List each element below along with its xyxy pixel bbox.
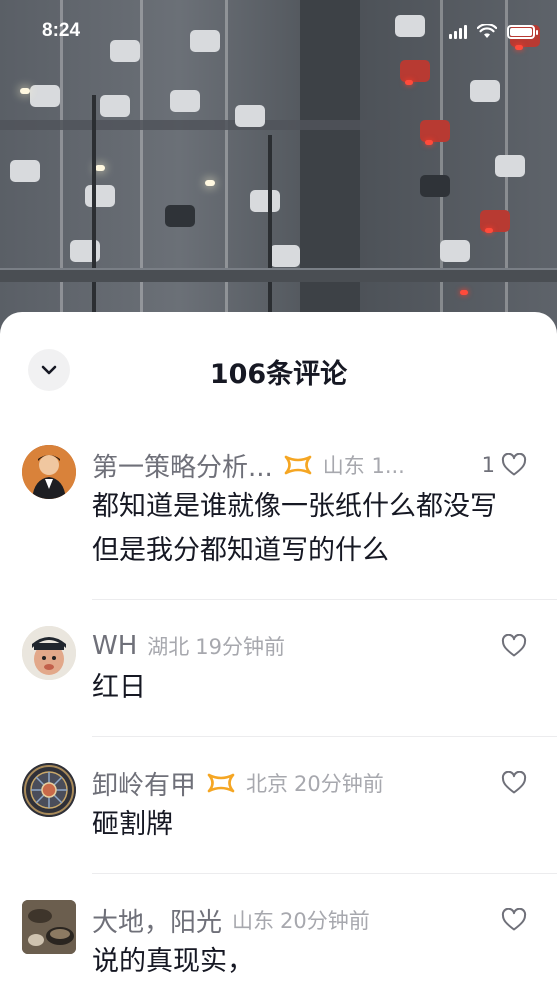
avatar[interactable] <box>22 445 76 499</box>
heart-outline-icon <box>501 771 527 794</box>
status-time: 8:24 <box>42 20 81 41</box>
avatar[interactable] <box>22 900 76 954</box>
taillight <box>405 80 413 85</box>
car <box>420 120 450 142</box>
car <box>100 95 130 117</box>
comment-item: 第一策略分析... 山东 1... 1 都知道是谁就像一张纸什么都没写但是我分都… <box>0 424 557 599</box>
status-bar: 8:24 <box>0 0 557 62</box>
car <box>470 80 500 102</box>
comment-location: 山东 1... <box>322 454 405 478</box>
car <box>420 175 450 197</box>
comment-text: 红日 <box>92 672 146 703</box>
headlight <box>205 180 215 186</box>
car <box>250 190 280 212</box>
comment-username[interactable]: WH <box>92 631 137 661</box>
heart-outline-icon <box>501 908 527 931</box>
car <box>165 205 195 227</box>
car <box>170 90 200 112</box>
comment-meta: 第一策略分析... 山东 1... <box>92 445 533 485</box>
status-icons <box>449 24 538 39</box>
like-count: 1 <box>481 453 495 477</box>
heart-outline-icon <box>501 453 527 476</box>
comment-item: 大地，阳光 山东 20分钟前 说的真现实， <box>0 874 557 984</box>
car <box>10 160 40 182</box>
car <box>400 60 430 82</box>
comment-time: 19分钟前 <box>195 635 285 659</box>
car <box>440 240 470 262</box>
comment-sheet: 106条评论 第一策略分析... 山东 1... 1 都知道是谁就像一张纸什么都… <box>0 312 557 1000</box>
comment-item: WH 湖北 19分钟前 红日 <box>0 600 557 736</box>
comment-location: 北京 <box>246 772 289 796</box>
comment-count-title: 106条评论 <box>209 359 348 390</box>
headlight <box>95 165 105 171</box>
comment-meta: 卸岭有甲 北京 20分钟前 <box>92 763 533 803</box>
car <box>85 185 115 207</box>
comment-username[interactable]: 大地，阳光 <box>92 902 222 939</box>
like-button[interactable]: 1 <box>482 445 527 485</box>
comment-meta: WH 湖北 19分钟前 <box>92 626 533 666</box>
comment-username[interactable]: 第一策略分析... <box>92 447 273 484</box>
comment-time: 20分钟前 <box>280 909 370 933</box>
car <box>30 85 60 107</box>
taillight <box>460 290 468 295</box>
comment-time: 20分钟前 <box>294 772 384 796</box>
like-button[interactable] <box>501 763 527 803</box>
overpass <box>0 268 557 282</box>
heart-outline-icon <box>501 634 527 657</box>
fan-badge-icon <box>207 773 235 793</box>
taillight <box>425 140 433 145</box>
comment-meta: 大地，阳光 山东 20分钟前 <box>92 900 533 940</box>
comment-location: 山东 <box>232 909 275 933</box>
comment-text: 砸割牌 <box>92 809 173 840</box>
signal-icon <box>449 24 467 39</box>
battery-icon <box>507 24 538 39</box>
wifi-icon <box>477 24 497 38</box>
car <box>495 155 525 177</box>
fan-badge-icon <box>284 455 312 475</box>
car <box>270 245 300 267</box>
sheet-header: 106条评论 <box>0 312 557 424</box>
like-button[interactable] <box>501 626 527 666</box>
comment-item: 卸岭有甲 北京 20分钟前 砸割牌 <box>0 737 557 873</box>
headlight <box>20 88 30 94</box>
comment-text: 说的真现实， <box>92 946 254 977</box>
street-pole <box>92 95 96 315</box>
avatar[interactable] <box>22 626 76 680</box>
avatar[interactable] <box>22 763 76 817</box>
taillight <box>485 228 493 233</box>
comment-location: 湖北 <box>147 635 190 659</box>
street-pole <box>268 135 272 315</box>
comment-text: 都知道是谁就像一张纸什么都没写但是我分都知道写的什么 <box>92 491 497 566</box>
like-button[interactable] <box>501 900 527 940</box>
comment-username[interactable]: 卸岭有甲 <box>92 765 196 802</box>
car <box>235 105 265 127</box>
overpass-rail <box>0 120 390 130</box>
